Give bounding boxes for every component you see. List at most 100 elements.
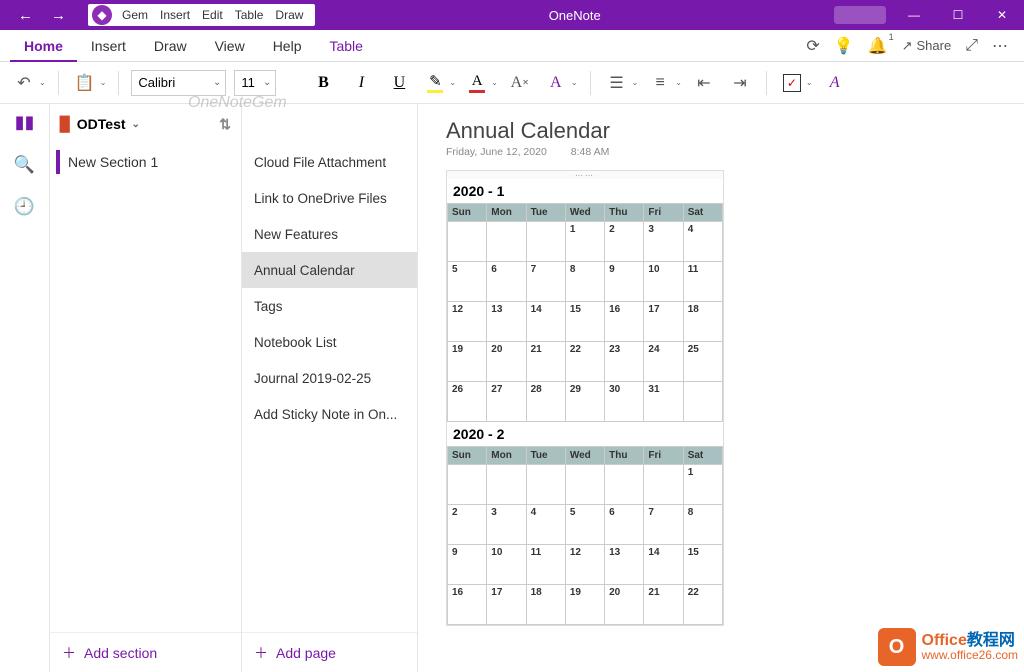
calendar-cell[interactable]: 24	[644, 342, 683, 382]
calendar-cell[interactable]	[526, 465, 565, 505]
calendar-cell[interactable]: 11	[683, 262, 722, 302]
lightbulb-icon[interactable]: 💡	[834, 36, 854, 56]
font-family-select[interactable]: Calibri	[131, 70, 226, 96]
bold-button[interactable]: B	[308, 69, 338, 97]
add-section-button[interactable]: ＋ Add section	[50, 632, 241, 672]
more-icon[interactable]: ⋯	[992, 36, 1008, 56]
calendar-cell[interactable]: 17	[487, 585, 526, 625]
calendar-cell[interactable]: 22	[683, 585, 722, 625]
user-badge[interactable]	[834, 6, 886, 24]
styles-pane-button[interactable]: A	[821, 69, 849, 97]
calendar-cell[interactable]: 2	[448, 505, 487, 545]
tab-view[interactable]: View	[201, 30, 259, 62]
close-button[interactable]: ✕	[980, 0, 1024, 30]
calendar-cell[interactable]: 12	[565, 545, 604, 585]
calendar-cell[interactable]: 12	[448, 302, 487, 342]
highlight-button[interactable]: ✎⌄	[422, 72, 456, 93]
calendar-cell[interactable]: 20	[605, 585, 644, 625]
italic-button[interactable]: I	[346, 69, 376, 97]
calendar-cell[interactable]: 25	[683, 342, 722, 382]
calendar-cell[interactable]: 4	[683, 222, 722, 262]
calendar-cell[interactable]: 14	[644, 545, 683, 585]
calendar-cell[interactable]	[565, 465, 604, 505]
add-page-button[interactable]: ＋ Add page	[242, 632, 417, 672]
nav-forward-icon[interactable]: →	[51, 7, 66, 24]
calendar-cell[interactable]: 1	[565, 222, 604, 262]
calendar-cell[interactable]: 14	[526, 302, 565, 342]
calendar-cell[interactable]	[605, 465, 644, 505]
calendar-cell[interactable]: 10	[644, 262, 683, 302]
notebook-picker[interactable]: ▉ ODTest ⌄ ⇅	[50, 104, 241, 144]
todo-tag-button[interactable]: ✓⌄	[779, 74, 813, 92]
tab-help[interactable]: Help	[259, 30, 316, 62]
sync-icon[interactable]: ⟳	[806, 36, 819, 56]
calendar-cell[interactable]: 16	[605, 302, 644, 342]
tab-table[interactable]: Table	[315, 30, 376, 62]
font-size-select[interactable]: 11	[234, 70, 276, 96]
calendar-cell[interactable]: 30	[605, 382, 644, 422]
calendar-cell[interactable]: 7	[644, 505, 683, 545]
gem-tab[interactable]: Insert	[154, 8, 196, 22]
calendar-cell[interactable]: 17	[644, 302, 683, 342]
calendar-cell[interactable]: 19	[565, 585, 604, 625]
page-item[interactable]: Journal 2019-02-25	[242, 360, 417, 396]
calendar-cell[interactable]: 9	[448, 545, 487, 585]
tab-draw[interactable]: Draw	[140, 30, 201, 62]
page-title[interactable]: Annual Calendar	[446, 118, 996, 144]
calendar-cell[interactable]: 27	[487, 382, 526, 422]
container-handle[interactable]: ⋯⋯	[447, 171, 723, 179]
calendar-cell[interactable]: 7	[526, 262, 565, 302]
calendar-table[interactable]: SunMonTueWedThuFriSat1234567891011121314…	[447, 446, 723, 625]
gem-tab[interactable]: Gem	[116, 8, 154, 22]
calendar-cell[interactable]	[683, 382, 722, 422]
tab-insert[interactable]: Insert	[77, 30, 140, 62]
maximize-button[interactable]: ☐	[936, 0, 980, 30]
calendar-cell[interactable]: 15	[683, 545, 722, 585]
calendar-cell[interactable]: 29	[565, 382, 604, 422]
gem-tab[interactable]: Edit	[196, 8, 229, 22]
outdent-button[interactable]: ⇤	[690, 69, 718, 97]
page-item[interactable]: Add Sticky Note in On...	[242, 396, 417, 432]
page-item[interactable]: Notebook List	[242, 324, 417, 360]
note-container[interactable]: ⋯⋯ 2020 - 1SunMonTueWedThuFriSat12345678…	[446, 170, 724, 626]
calendar-cell[interactable]: 3	[487, 505, 526, 545]
share-button[interactable]: ↗ Share	[902, 38, 952, 54]
calendar-cell[interactable]: 19	[448, 342, 487, 382]
calendar-cell[interactable]: 11	[526, 545, 565, 585]
indent-button[interactable]: ⇥	[726, 69, 754, 97]
calendar-cell[interactable]: 21	[644, 585, 683, 625]
gem-tab[interactable]: Draw	[269, 8, 309, 22]
text-styles-button[interactable]: A⌄	[542, 69, 578, 97]
calendar-cell[interactable]: 8	[683, 505, 722, 545]
calendar-cell[interactable]: 21	[526, 342, 565, 382]
calendar-cell[interactable]	[487, 465, 526, 505]
calendar-cell[interactable]: 10	[487, 545, 526, 585]
calendar-cell[interactable]	[448, 222, 487, 262]
notebooks-icon[interactable]: ▮▮	[15, 112, 35, 133]
calendar-cell[interactable]: 31	[644, 382, 683, 422]
calendar-cell[interactable]	[487, 222, 526, 262]
gem-tab[interactable]: Table	[229, 8, 270, 22]
calendar-cell[interactable]: 22	[565, 342, 604, 382]
minimize-button[interactable]: —	[892, 0, 936, 30]
calendar-cell[interactable]: 18	[526, 585, 565, 625]
bullet-list-button[interactable]: ☰⌄	[603, 69, 639, 97]
recent-icon[interactable]: 🕘	[14, 197, 35, 217]
nav-back-icon[interactable]: ←	[18, 7, 33, 24]
calendar-cell[interactable]: 20	[487, 342, 526, 382]
calendar-cell[interactable]: 16	[448, 585, 487, 625]
calendar-cell[interactable]: 6	[605, 505, 644, 545]
calendar-cell[interactable]: 5	[565, 505, 604, 545]
calendar-cell[interactable]: 4	[526, 505, 565, 545]
calendar-cell[interactable]: 15	[565, 302, 604, 342]
clear-formatting-button[interactable]: A✕	[506, 69, 534, 97]
font-color-button[interactable]: A⌄	[464, 73, 498, 93]
tab-home[interactable]: Home	[10, 30, 77, 62]
calendar-cell[interactable]: 6	[487, 262, 526, 302]
calendar-cell[interactable]: 2	[605, 222, 644, 262]
numbered-list-button[interactable]: ≡⌄	[646, 69, 682, 97]
page-item[interactable]: New Features	[242, 216, 417, 252]
calendar-cell[interactable]: 28	[526, 382, 565, 422]
calendar-cell[interactable]	[526, 222, 565, 262]
undo-button[interactable]: ↶⌄	[10, 69, 46, 97]
